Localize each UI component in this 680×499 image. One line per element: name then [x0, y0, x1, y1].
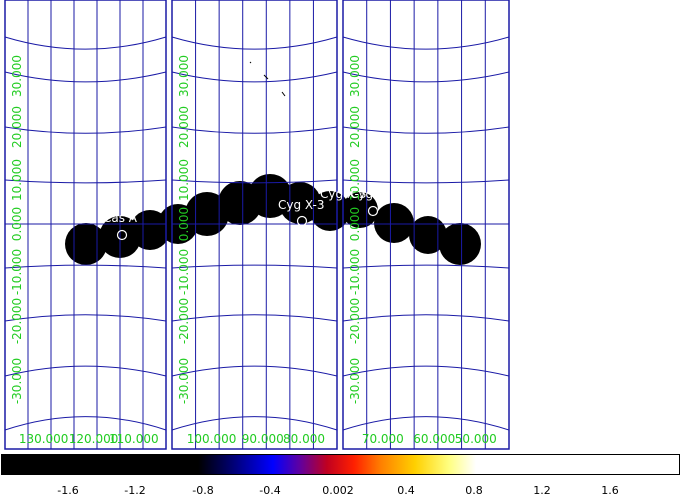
latitude-label: 20.000 — [10, 106, 24, 148]
parallel-line — [342, 126, 510, 134]
longitude-label: 90.000 — [242, 432, 284, 446]
parallel-line — [342, 179, 510, 184]
source-label: Cas A — [103, 211, 138, 225]
colorbar-gradient — [1, 454, 680, 475]
parallel-line — [4, 179, 167, 184]
coordinate-grid — [4, 0, 510, 449]
longitude-label: 110.000 — [109, 432, 159, 446]
longitude-label: 60.000 — [413, 432, 455, 446]
sky-map-viewer[interactable]: 30.000 20.000 10.000 0.000 -10.000 -20.000 -30… — [0, 0, 680, 451]
parallel-line — [171, 264, 338, 269]
parallel-line — [342, 365, 510, 377]
colorbar-tick-label: 0.4 — [397, 484, 415, 497]
emission-blob — [439, 223, 481, 265]
latitude-label: 10.000 — [10, 159, 24, 201]
colorbar-tick-label: -0.8 — [192, 484, 214, 497]
parallel-line — [4, 264, 167, 269]
longitude-label: 100.000 — [187, 432, 237, 446]
longitude-label: 50.000 — [455, 432, 497, 446]
emission-blob — [374, 203, 414, 243]
latitude-label: 30.000 — [10, 55, 24, 97]
latitude-label: -10.000 — [348, 249, 362, 295]
longitude-label: 130.000 — [19, 432, 69, 446]
colorbar-tick-label: 0.002 — [322, 484, 354, 497]
parallel-line — [342, 416, 510, 431]
source-label: Cyg X-3 — [278, 198, 325, 212]
parallel-line — [342, 71, 510, 83]
parallel-line — [4, 314, 167, 322]
parallel-line — [171, 126, 338, 134]
parallel-line — [342, 264, 510, 269]
colorbar: -1.6 -1.2 -0.8 -0.4 0.002 0.4 0.8 1.2 1.6 — [0, 453, 680, 499]
parallel-line — [4, 416, 167, 431]
latitude-label: -20.000 — [348, 298, 362, 344]
latitude-label: 20.000 — [348, 106, 362, 148]
parallel-line — [342, 314, 510, 322]
latitude-label: -10.000 — [10, 249, 24, 295]
parallel-line — [171, 365, 338, 377]
parallel-line — [4, 71, 167, 83]
parallel-line — [342, 36, 510, 50]
latitude-label: 0.000 — [348, 207, 362, 241]
parallel-line — [171, 416, 338, 431]
latitude-label: -30.000 — [177, 358, 191, 404]
colorbar-tick-label: 1.2 — [533, 484, 551, 497]
latitude-label: -20.000 — [177, 298, 191, 344]
parallel-line — [171, 36, 338, 50]
parallel-line — [4, 36, 167, 50]
latitude-label: 10.000 — [177, 159, 191, 201]
latitude-label: 0.000 — [10, 207, 24, 241]
latitude-label: -10.000 — [177, 249, 191, 295]
latitude-label: -30.000 — [10, 358, 24, 404]
latitude-label: 20.000 — [177, 106, 191, 148]
source-label: Cyg X — [350, 187, 385, 201]
sky-map-canvas[interactable]: 30.000 20.000 10.000 0.000 -10.000 -20.000 -30… — [0, 0, 680, 451]
latitude-label: 0.000 — [177, 207, 191, 241]
longitude-label: 70.000 — [362, 432, 404, 446]
parallel-line — [4, 365, 167, 377]
parallel-line — [171, 71, 338, 83]
longitude-label: 80.000 — [283, 432, 325, 446]
noise-specks — [249, 61, 286, 97]
colorbar-tick-label: 0.8 — [465, 484, 483, 497]
latitude-label: 30.000 — [177, 55, 191, 97]
colorbar-tick-label: -1.2 — [124, 484, 146, 497]
colorbar-tick-label: -0.4 — [259, 484, 281, 497]
colorbar-tick-label: 1.6 — [601, 484, 619, 497]
parallel-line — [4, 126, 167, 134]
colorbar-tick-label: -1.6 — [57, 484, 79, 497]
latitude-label: 30.000 — [348, 55, 362, 97]
latitude-label: -20.000 — [10, 298, 24, 344]
latitude-label: -30.000 — [348, 358, 362, 404]
parallel-line — [171, 314, 338, 322]
